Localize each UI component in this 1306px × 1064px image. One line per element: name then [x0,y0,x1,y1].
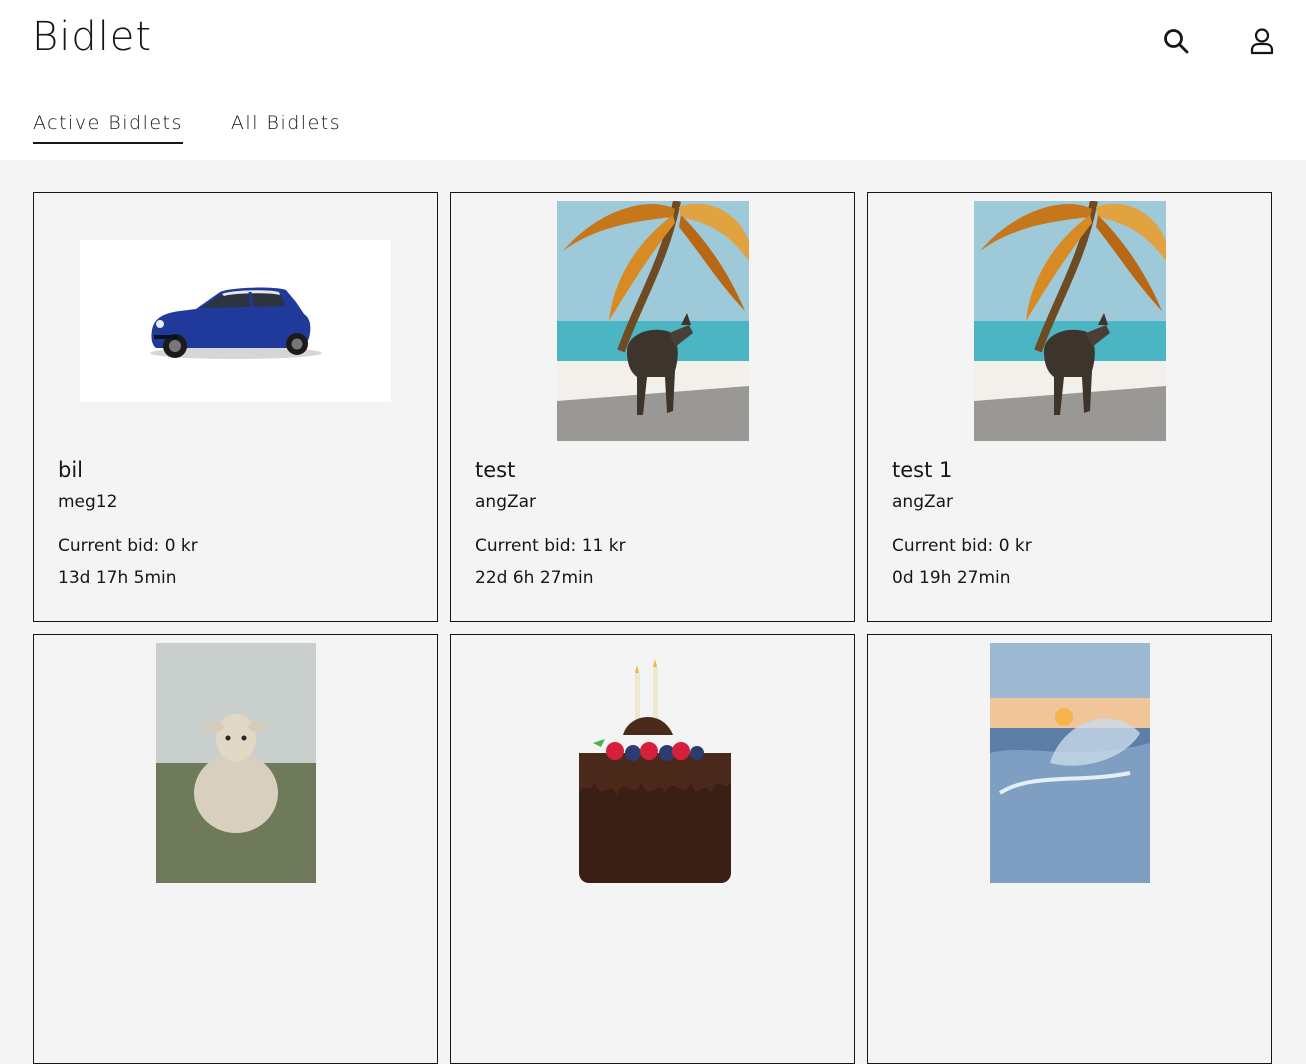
auction-card[interactable]: test 1 angZar Current bid: 0 kr 0d 19h 2… [867,192,1272,622]
donkey-beach-image [973,201,1166,441]
card-seller: angZar [892,492,954,512]
cake-image [552,643,753,883]
card-seller: meg12 [58,492,118,512]
card-time-left: 0d 19h 27min [892,568,1011,588]
donkey-beach-image [556,201,749,441]
card-current-bid: Current bid: 11 kr [475,536,626,556]
tab-bar: Active Bidlets All Bidlets [33,112,341,144]
card-image [34,201,437,441]
auction-card[interactable] [867,634,1272,1064]
ice-sunset-image [989,643,1150,883]
user-icon [1250,28,1274,55]
auction-card[interactable] [450,634,855,1064]
card-image [451,643,854,883]
car-image [80,240,391,402]
tab-all-bidlets[interactable]: All Bidlets [231,112,341,144]
card-image [868,201,1271,441]
auction-card[interactable] [33,634,438,1064]
tab-active-bidlets[interactable]: Active Bidlets [33,112,183,144]
search-button[interactable] [1158,23,1194,59]
card-current-bid: Current bid: 0 kr [892,536,1032,556]
card-image [451,201,854,441]
card-seller: angZar [475,492,537,512]
card-title: test 1 [892,458,953,482]
card-title: bil [58,458,83,482]
app-header: Bidlet Active Bidlets All Bidlets [0,0,1306,160]
card-time-left: 13d 17h 5min [58,568,177,588]
search-icon [1164,29,1189,54]
card-time-left: 22d 6h 27min [475,568,594,588]
card-image [34,643,437,883]
sheep-image [155,643,316,883]
auction-card[interactable]: bil meg12 Current bid: 0 kr 13d 17h 5min [33,192,438,622]
card-current-bid: Current bid: 0 kr [58,536,198,556]
brand-title[interactable]: Bidlet [32,14,152,60]
card-image [868,643,1271,883]
user-button[interactable] [1244,23,1280,59]
auction-card[interactable]: test angZar Current bid: 11 kr 22d 6h 27… [450,192,855,622]
card-title: test [475,458,516,482]
